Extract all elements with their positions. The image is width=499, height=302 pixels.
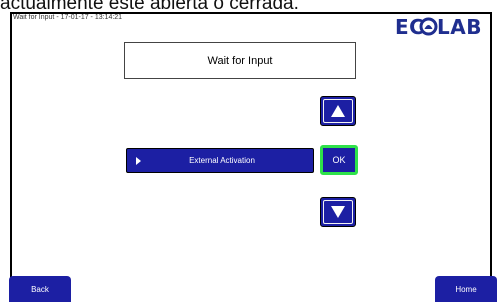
home-button[interactable]: Home	[435, 276, 497, 302]
scroll-up-button[interactable]	[320, 96, 356, 126]
back-button[interactable]: Back	[9, 276, 71, 302]
ecolab-logo: EC LAB	[395, 15, 482, 38]
svg-text:LAB: LAB	[437, 15, 482, 38]
external-activation-label: External Activation	[189, 156, 255, 165]
up-arrow-icon	[331, 105, 345, 117]
caption-text: actualmente este abierta o cerrada.	[0, 0, 299, 14]
status-bar-text: Wait for Input - 17-01-17 - 13:14:21	[13, 14, 123, 21]
down-arrow-icon	[331, 206, 345, 218]
scroll-down-button[interactable]	[320, 197, 356, 227]
screen-title: Wait for Input	[124, 42, 356, 79]
external-activation-item[interactable]: External Activation	[126, 148, 314, 173]
ok-button[interactable]: OK	[320, 145, 358, 175]
